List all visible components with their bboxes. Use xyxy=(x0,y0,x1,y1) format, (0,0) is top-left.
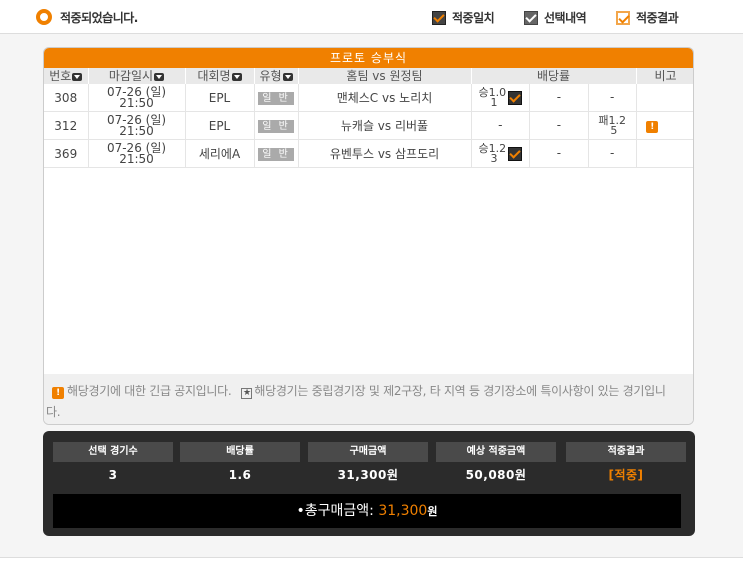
col-match: 홈팀 vs 원정팀 xyxy=(298,68,472,84)
warning-icon[interactable]: ! xyxy=(646,121,659,133)
star-box-icon: ★ xyxy=(241,388,253,399)
checked-box-dark-icon xyxy=(432,10,446,25)
status-text: 적중되었습니다. xyxy=(60,11,138,25)
col-league[interactable]: 대회명 xyxy=(185,68,255,84)
sort-icon xyxy=(282,72,293,81)
table-row: 312 07-26 (일) 21:50 EPL 일 반 뉴캐슬 vs 리버풀 - … xyxy=(44,111,693,140)
hit-circle-icon xyxy=(36,9,52,25)
table-row: 308 07-26 (일) 21:50 EPL 일 반 맨체스C vs 노리치 승… xyxy=(44,84,693,112)
legend-result: 적중결과 xyxy=(616,9,679,26)
selected-check-icon xyxy=(508,146,523,161)
bet-table: 번호 마감일시 대회명 유형 홈팀 vs 원정팀 배당률 비고 308 07-2… xyxy=(44,68,693,168)
warning-icon: ! xyxy=(52,387,64,399)
legend-match: 적중일치 xyxy=(432,9,495,26)
total-purchase: •총구매금액: 31,300원 xyxy=(53,494,681,528)
notice-area: ! 해당경기에 대한 긴급 공지입니다. ★ 해당경기는 중립경기장 및 제2구장, … xyxy=(44,374,693,424)
type-badge: 일 반 xyxy=(258,120,294,133)
bottom-bar xyxy=(0,557,743,582)
col-type[interactable]: 유형 xyxy=(254,68,299,84)
sort-icon xyxy=(72,72,83,81)
selected-check-icon xyxy=(508,90,523,105)
checked-box-orange-icon xyxy=(616,10,630,25)
table-header: 번호 마감일시 대회명 유형 홈팀 vs 원정팀 배당률 비고 xyxy=(44,68,693,84)
summary-result: 적중결과 [적중] xyxy=(566,442,686,492)
summary-games: 선택 경기수 3 xyxy=(53,442,173,492)
table-row: 369 07-26 (일) 21:50 세리에A 일 반 유벤투스 vs 삼프도리… xyxy=(44,139,693,168)
notice-venue-cont: 다. xyxy=(46,405,61,419)
checked-box-gray-icon xyxy=(524,10,538,25)
ticket-window: 적중되었습니다. 적중일치 선택내역 적중결과 프로토 승부식 번호 마감일시 … xyxy=(0,0,743,582)
selected-check-icon xyxy=(636,118,637,133)
legend-selection: 선택내역 xyxy=(524,9,587,26)
summary-purchase: 구매금액 31,300원 xyxy=(308,442,428,492)
notice-urgent: 해당경기에 대한 긴급 공지입니다. xyxy=(67,384,232,398)
col-number[interactable]: 번호 xyxy=(44,68,89,84)
col-odds: 배당률 xyxy=(471,68,637,84)
summary-odds: 배당률 1.6 xyxy=(180,442,300,492)
sort-icon xyxy=(231,72,242,81)
type-badge: 일 반 xyxy=(258,92,294,105)
type-badge: 일 반 xyxy=(258,148,294,161)
top-bar: 적중되었습니다. 적중일치 선택내역 적중결과 xyxy=(0,0,743,34)
panel-title: 프로토 승부식 xyxy=(44,48,693,68)
summary-box: 선택 경기수 3 배당률 1.6 구매금액 31,300원 예상 적중금액 50… xyxy=(43,431,695,536)
sort-icon xyxy=(154,72,165,81)
summary-expected: 예상 적중금액 50,080원 xyxy=(436,442,556,492)
col-note: 비고 xyxy=(636,68,693,84)
notice-venue: 해당경기는 중립경기장 및 제2구장, 타 지역 등 경기장소에 특이사항이 있… xyxy=(254,384,666,398)
col-deadline[interactable]: 마감일시 xyxy=(88,68,186,84)
proto-panel: 프로토 승부식 번호 마감일시 대회명 유형 홈팀 vs 원정팀 배당률 비고 … xyxy=(43,47,694,425)
